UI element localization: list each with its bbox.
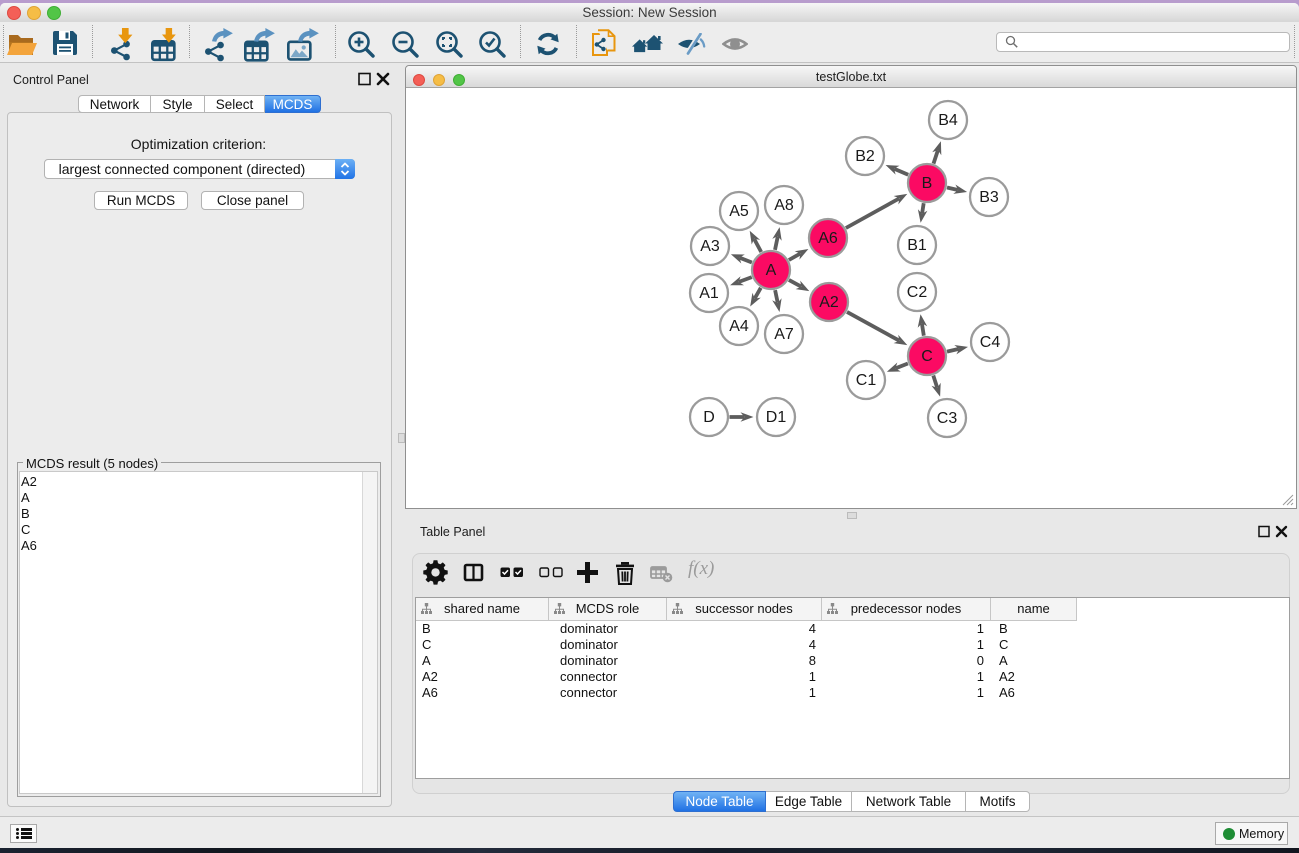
svg-text:C1: C1 — [856, 372, 877, 389]
svg-text:B3: B3 — [979, 189, 999, 206]
svg-text:B: B — [922, 175, 933, 192]
svg-text:D: D — [703, 409, 715, 426]
svg-text:A1: A1 — [699, 285, 719, 302]
svg-text:A6: A6 — [818, 230, 838, 247]
svg-text:A2: A2 — [819, 294, 839, 311]
svg-text:C3: C3 — [937, 410, 958, 427]
svg-text:C: C — [921, 348, 933, 365]
svg-text:A7: A7 — [774, 326, 794, 343]
svg-text:A5: A5 — [729, 203, 749, 220]
svg-text:A: A — [766, 262, 777, 279]
svg-text:B4: B4 — [938, 112, 958, 129]
svg-text:C2: C2 — [907, 284, 928, 301]
svg-text:A3: A3 — [700, 238, 720, 255]
svg-text:B1: B1 — [907, 237, 927, 254]
svg-text:D1: D1 — [766, 409, 787, 426]
svg-text:A4: A4 — [729, 318, 749, 335]
svg-text:C4: C4 — [980, 334, 1001, 351]
svg-text:A8: A8 — [774, 197, 794, 214]
svg-text:B2: B2 — [855, 148, 875, 165]
